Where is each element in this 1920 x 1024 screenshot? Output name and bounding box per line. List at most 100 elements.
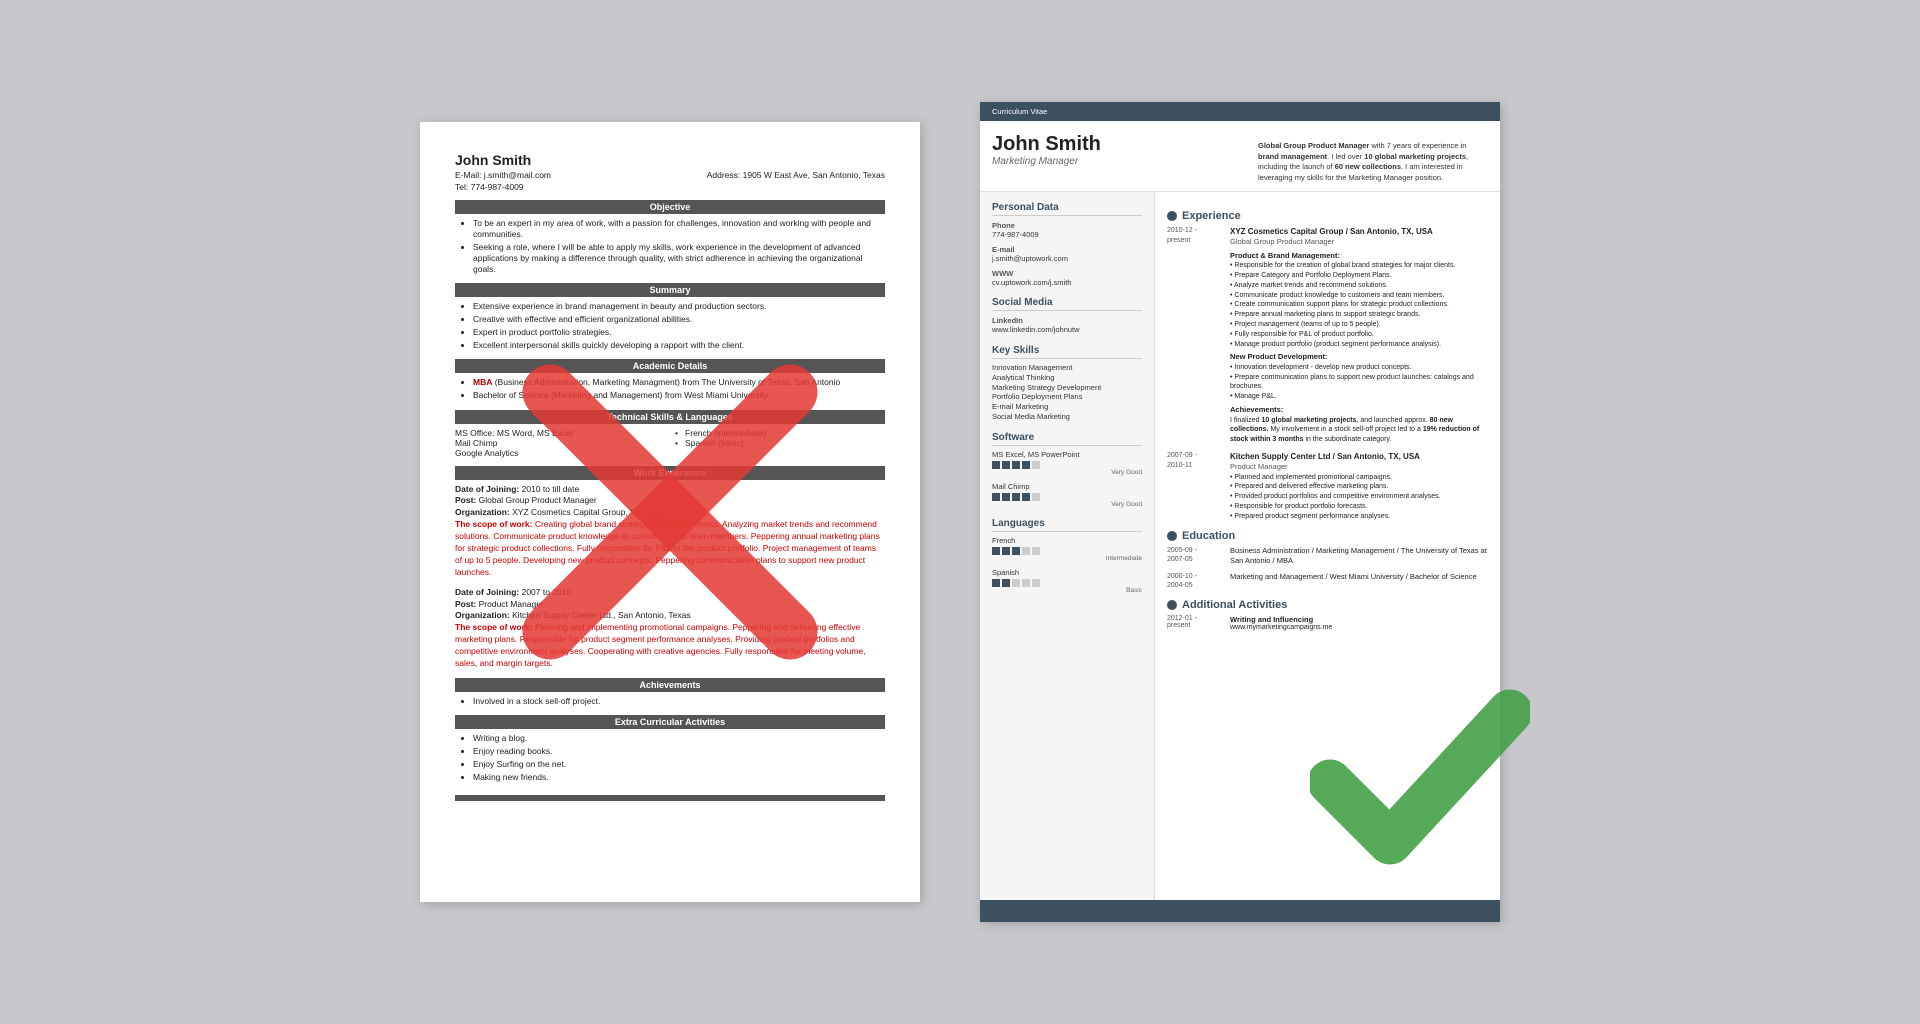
dot (1022, 493, 1030, 501)
skill-item: Mail Chimp (455, 438, 665, 448)
dot-empty (1012, 579, 1020, 587)
list-item: Writing a blog. (473, 733, 885, 744)
skill-item: Analytical Thinking (992, 373, 1142, 383)
left-resume: John Smith E-Mail: j.smith@mail.com Addr… (420, 122, 920, 902)
software-title: Software (992, 432, 1142, 446)
act-date: 2012-01 -present (1167, 615, 1222, 631)
dot (1012, 547, 1020, 555)
skill-item: Innovation Management (992, 363, 1142, 373)
list-item: Prepare annual marketing plans to suppor… (1230, 310, 1488, 320)
list-item: Extensive experience in brand management… (473, 301, 885, 312)
right-title: Marketing Manager (992, 156, 1101, 167)
skill-dots (992, 579, 1142, 587)
extra-header: Extra Curricular Activities (455, 715, 885, 729)
dot (992, 579, 1000, 587)
right-bottom-bar (980, 900, 1500, 922)
list-item: Prepared product segment performance ana… (1230, 512, 1488, 522)
linkedin-value: www.linkedin.com/johnutw (992, 325, 1142, 335)
skills-col2: • French (intermediate) • Spanish (basic… (675, 428, 885, 458)
personal-data-title: Personal Data (992, 202, 1142, 216)
achievements-list: Involved in a stock sell-off project. (455, 696, 885, 707)
list-item: Analyze market trends and recommend solu… (1230, 281, 1488, 291)
skills-col1: MS Office: MS Word, MS Excel Mail Chimp … (455, 428, 665, 458)
linkedin-label: LinkedIn (992, 316, 1142, 325)
work-scope: The scope of work: Planning and implemen… (455, 622, 885, 670)
email-label: E-mail (992, 245, 1142, 254)
lang-item-2: Spanish Basic (992, 568, 1142, 594)
skill-dots (992, 547, 1142, 555)
list-item: Creative with effective and efficient or… (473, 314, 885, 325)
left-name: John Smith (455, 152, 885, 168)
objective-list: To be an expert in my area of work, with… (455, 218, 885, 275)
dot (992, 461, 1000, 469)
education-title: Education (1167, 530, 1488, 542)
exp-date: 2010-12 -present (1167, 226, 1222, 445)
skills-grid: MS Office: MS Word, MS Excel Mail Chimp … (455, 428, 885, 458)
skill-item: • Spanish (basic) (675, 438, 885, 448)
software-item-1: MS Excel, MS PowerPoint Very Good (992, 450, 1142, 476)
work-org: Organization: Kitchen Supply Center Ltd.… (455, 610, 885, 622)
right-sidebar: Personal Data Phone 774-987-4009 E-mail … (980, 192, 1155, 900)
right-name: John Smith (992, 133, 1101, 156)
list-item: Create communication support plans for s… (1230, 300, 1488, 310)
list-item: Expert in product portfolio strategies. (473, 327, 885, 338)
extra-list: Writing a blog. Enjoy reading books. Enj… (455, 733, 885, 783)
list-item: Communicate product knowledge to custome… (1230, 291, 1488, 301)
work-post: Post: Product Manager (455, 599, 885, 611)
exp-bullets: Planned and implemented promotional camp… (1230, 473, 1488, 522)
work-post: Post: Global Group Product Manager (455, 495, 885, 507)
dot-empty (1022, 547, 1030, 555)
work-joining: Date of Joining: 2010 to till date (455, 484, 885, 496)
phone-label: Phone (992, 221, 1142, 230)
exp-date: 2007-09 -2010-11 (1167, 451, 1222, 522)
dot (1022, 461, 1030, 469)
dot (1002, 579, 1010, 587)
exp-company: Kitchen Supply Center Ltd / San Antonio,… (1230, 451, 1488, 462)
lang-item-1: French Intermediate (992, 536, 1142, 562)
act-title: Writing and Influencing (1230, 615, 1488, 624)
act-url: www.mymarketingcampaigns.me (1230, 624, 1488, 631)
dot (1012, 493, 1020, 501)
edu-date: 2000-10 -2004-05 (1167, 572, 1222, 592)
exp-sub-title: Product & Brand Management: (1230, 251, 1488, 262)
list-item: Planned and implemented promotional camp… (1230, 473, 1488, 483)
exp-achievements-title: Achievements: (1230, 405, 1488, 416)
right-body: Personal Data Phone 774-987-4009 E-mail … (980, 192, 1500, 900)
dot (1002, 547, 1010, 555)
software-item-2: Mail Chimp Very Good (992, 482, 1142, 508)
dot (1002, 493, 1010, 501)
right-main: Experience 2010-12 -present XYZ Cosmetic… (1155, 192, 1500, 900)
exp-body: XYZ Cosmetics Capital Group / San Antoni… (1230, 226, 1488, 445)
academic-list: MBA (Business Administration, Marketing … (455, 377, 885, 401)
list-item: Project management (teams of up to 5 peo… (1230, 320, 1488, 330)
experience-title: Experience (1167, 210, 1488, 222)
list-item: Prepared and delivered effective marketi… (1230, 482, 1488, 492)
list-item: Manage P&L. (1230, 392, 1488, 402)
phone-value: 774-987-4009 (992, 230, 1142, 240)
list-item: Prepare Category and Portfolio Deploymen… (1230, 271, 1488, 281)
skill-dots (992, 461, 1142, 469)
work-joining: Date of Joining: 2007 to 2010 (455, 587, 885, 599)
www-label: WWW (992, 269, 1142, 278)
skill-item: E-mail Marketing (992, 402, 1142, 412)
list-item: To be an expert in my area of work, with… (473, 218, 885, 240)
exp-company: XYZ Cosmetics Capital Group / San Antoni… (1230, 226, 1488, 237)
left-email: E-Mail: j.smith@mail.com (455, 170, 551, 180)
work-entry-1: Date of Joining: 2010 to till date Post:… (455, 484, 885, 579)
edu-body: Marketing and Management / West Miami Un… (1230, 572, 1488, 592)
languages-title: Languages (992, 518, 1142, 532)
email-value: j.smith@uptowork.com (992, 254, 1142, 264)
skill-item: MS Office: MS Word, MS Excel (455, 428, 665, 438)
list-item: Enjoy Surfing on the net. (473, 759, 885, 770)
list-item: Making new friends. (473, 772, 885, 783)
right-resume: Curriculum Vitae John Smith Marketing Ma… (980, 102, 1500, 922)
skill-item: Portfolio Deployment Plans (992, 392, 1142, 402)
skill-item: Marketing Strategy Development (992, 383, 1142, 393)
list-item: Responsible for the creation of global b… (1230, 261, 1488, 271)
list-item: Excellent interpersonal skills quickly d… (473, 340, 885, 351)
list-item: Prepare communication plans to support n… (1230, 373, 1488, 393)
list-item: Enjoy reading books. (473, 746, 885, 757)
exp-achievements-text: I finalized 10 global marketing projects… (1230, 416, 1488, 445)
dot-empty (1022, 579, 1030, 587)
exp-entry-1: 2010-12 -present XYZ Cosmetics Capital G… (1167, 226, 1488, 445)
